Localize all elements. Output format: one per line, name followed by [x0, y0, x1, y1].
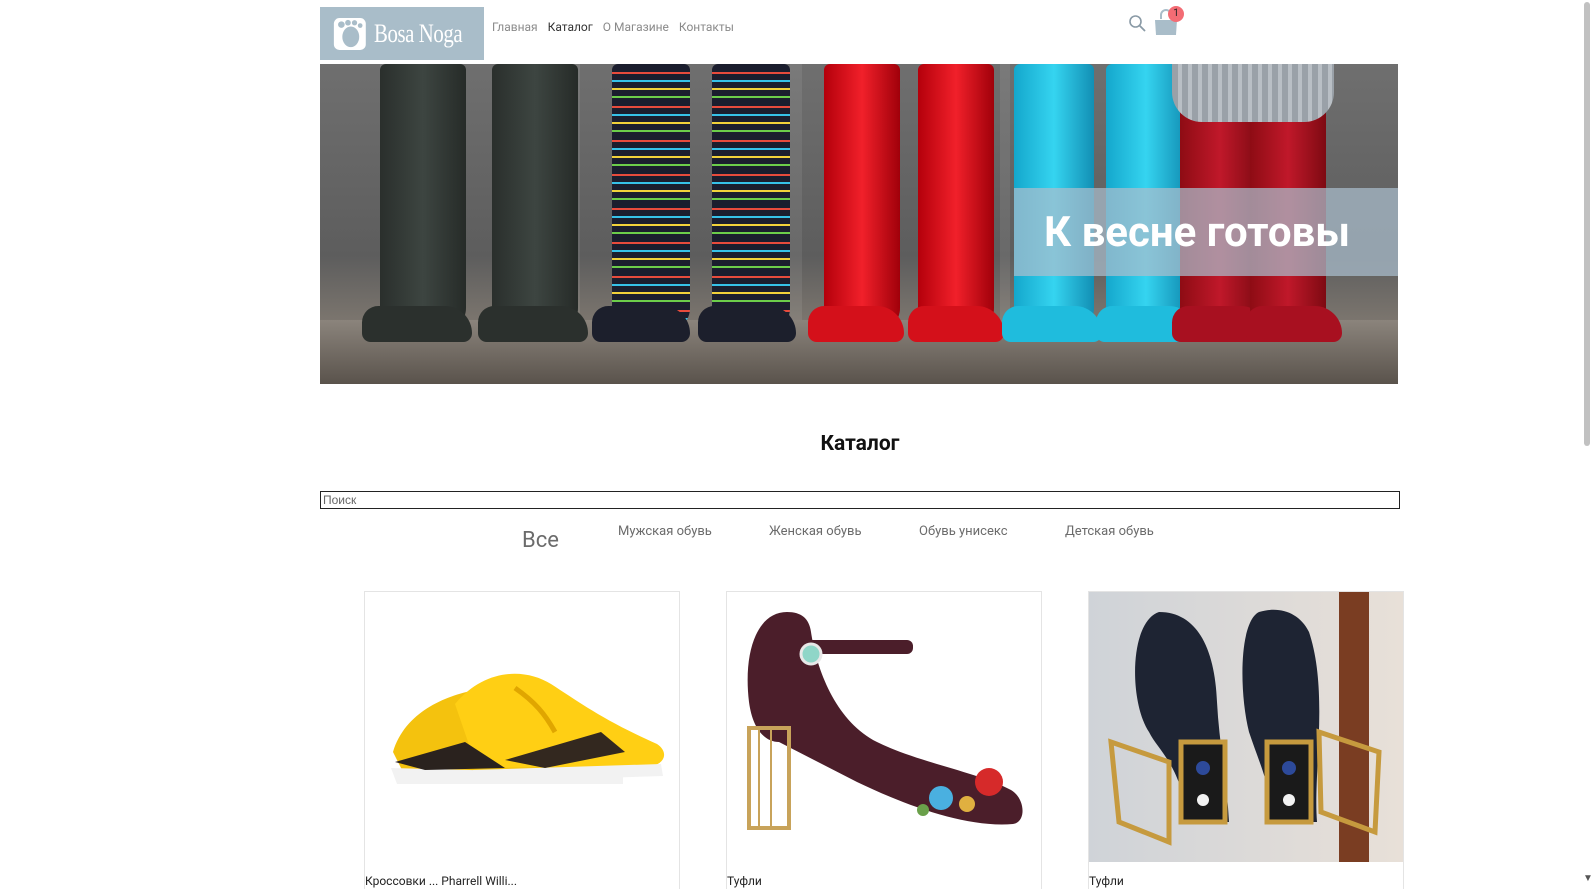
footprint-logo-icon [333, 17, 366, 50]
nav-item-catalog[interactable]: Каталог [548, 20, 593, 34]
nav-item-about[interactable]: О Магазине [603, 20, 669, 34]
hero-title: К весне готовы [1044, 207, 1351, 257]
hero-banner: К весне готовы [320, 64, 1398, 384]
product-card[interactable]: Кроссовки ... Pharrell Willi... [364, 591, 680, 889]
search-icon[interactable] [1128, 14, 1146, 32]
nav-item-contacts[interactable]: Контакты [679, 20, 734, 34]
filter-unisex[interactable]: Обувь унисекс [919, 524, 1008, 539]
cart-count-badge: 1 [1168, 6, 1184, 22]
knit-socks [1172, 64, 1334, 122]
header-controls: 1 [1128, 6, 1184, 36]
yellow-sneakers-image [365, 592, 679, 862]
page: Bosa Noga Главная Каталог О Магазине Кон… [0, 0, 1580, 889]
scroll-down-arrow-icon[interactable]: ▼ [1583, 873, 1593, 884]
main-nav: Главная Каталог О Магазине Контакты [492, 20, 734, 34]
logo[interactable]: Bosa Noga [320, 7, 484, 60]
catalog-title: Каталог [820, 432, 900, 456]
product-name: Туфли [727, 874, 762, 888]
hero-caption: К весне готовы [1014, 188, 1398, 276]
filter-men[interactable]: Мужская обувь [618, 524, 712, 539]
nav-item-home[interactable]: Главная [492, 20, 538, 34]
ornate-black-heels-image [1089, 592, 1403, 862]
page-scrollbar[interactable]: ▼ [1580, 0, 1596, 888]
product-card[interactable]: Туфли [726, 591, 1042, 889]
product-card[interactable]: Туфли [1088, 591, 1404, 889]
cart-button[interactable]: 1 [1152, 6, 1184, 36]
scrollbar-thumb[interactable] [1584, 2, 1590, 446]
black-boot [362, 64, 472, 342]
filter-all[interactable]: Все [522, 528, 559, 553]
striped-boot [592, 64, 690, 342]
red-boot [808, 64, 904, 342]
burgundy-heels-image [727, 592, 1041, 862]
black-boot [478, 64, 588, 342]
filter-kids[interactable]: Детская обувь [1065, 524, 1154, 539]
product-name: Кроссовки ... Pharrell Willi... [365, 874, 517, 888]
striped-boot [698, 64, 796, 342]
filter-women[interactable]: Женская обувь [769, 524, 862, 539]
red-boot [908, 64, 1004, 342]
logo-text: Bosa Noga [373, 18, 463, 48]
catalog-search-input[interactable] [320, 491, 1400, 509]
product-name: Туфли [1089, 874, 1124, 888]
